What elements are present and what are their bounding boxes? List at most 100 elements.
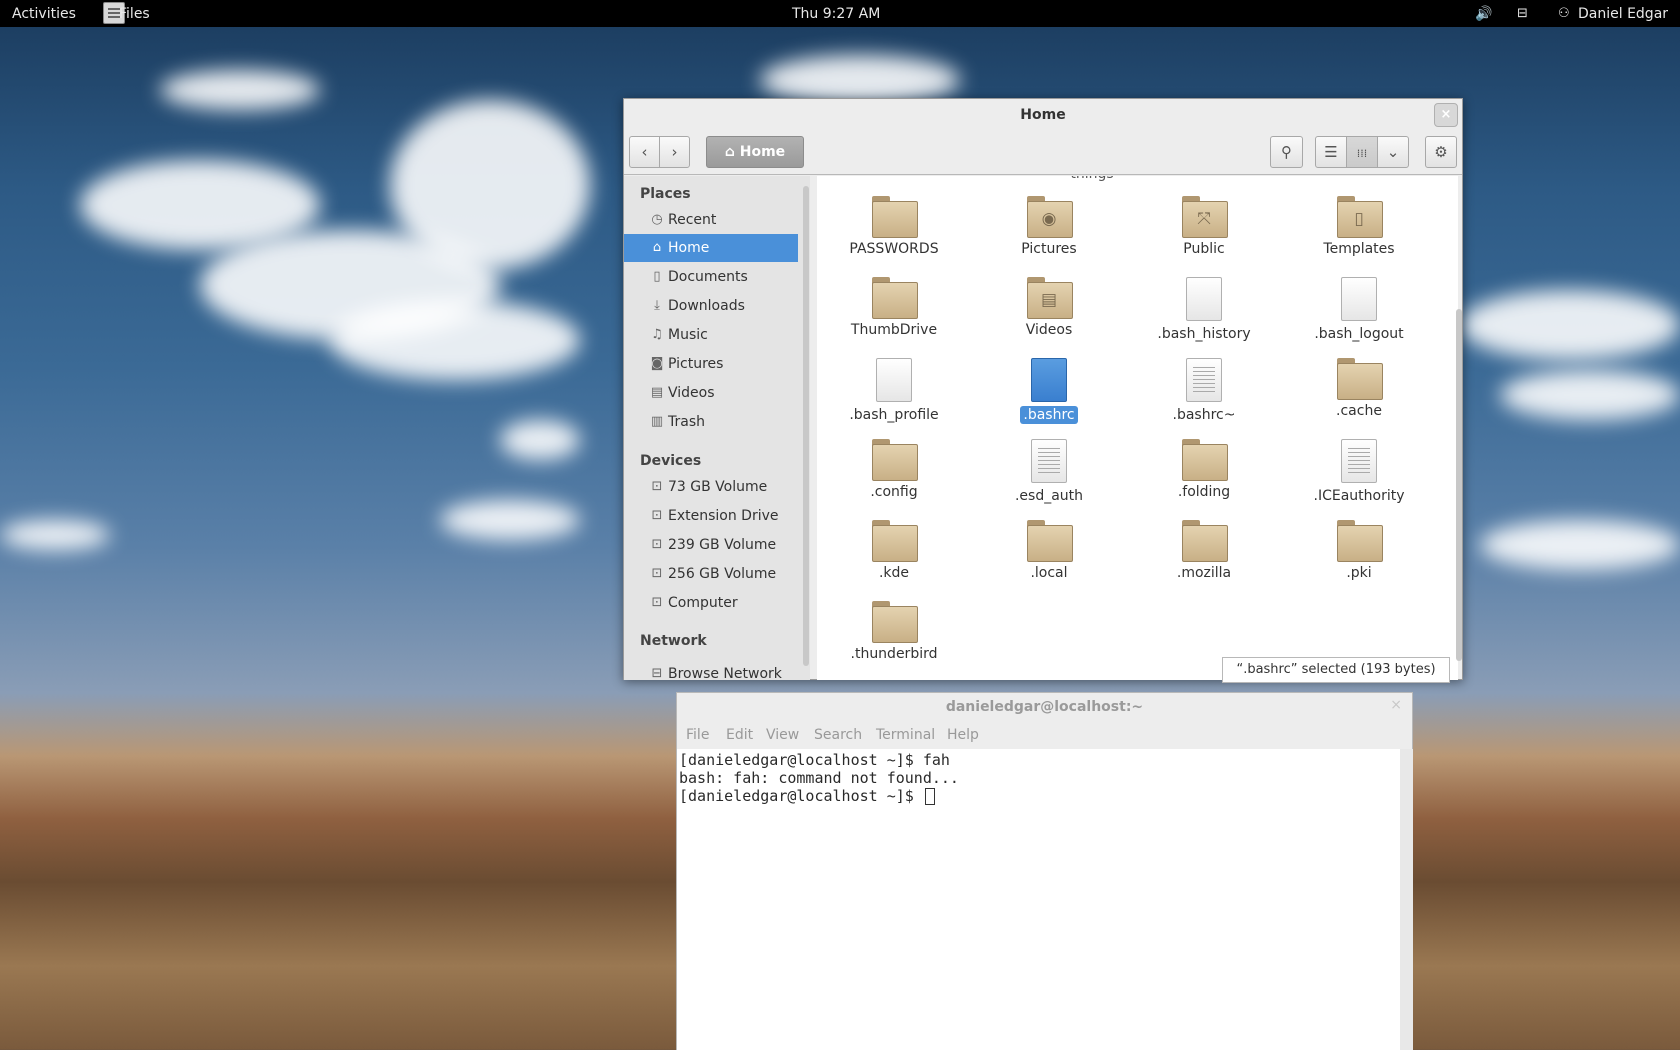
list-item[interactable]: .bashrc	[974, 358, 1124, 424]
volume-icon[interactable]: 🔊	[1475, 5, 1492, 23]
list-item[interactable]: .ICEauthority	[1284, 439, 1434, 505]
network-icon[interactable]: ⊟	[1517, 5, 1528, 23]
sidebar-item-label: Recent	[668, 212, 717, 228]
list-item[interactable]: .local	[974, 520, 1124, 582]
menu-view[interactable]: View	[766, 727, 799, 743]
list-item[interactable]: ▯ Templates	[1284, 196, 1434, 258]
sidebar-item-73gb-volume[interactable]: ⊡ 73 GB Volume	[624, 473, 798, 501]
sidebar-item-home[interactable]: ⌂ Home	[624, 234, 798, 262]
devices-heading: Devices	[640, 453, 702, 469]
files-toolbar: ‹ › ⌂ Home ⚲ ☰ ⁞⁞⁞ ⌄ ⚙	[624, 131, 1462, 175]
network-heading: Network	[640, 633, 707, 649]
location-label: Home	[739, 144, 786, 160]
sidebar-scrollbar[interactable]	[802, 176, 810, 680]
home-icon: ⌂	[652, 240, 662, 255]
list-view-icon: ☰	[1324, 143, 1338, 161]
download-icon: ⤓	[654, 298, 660, 313]
list-item[interactable]: ◉ Pictures	[974, 196, 1124, 258]
clock[interactable]: Thu 9:27 AM	[792, 5, 880, 23]
file-label: .local	[1030, 565, 1068, 581]
sidebar-item-label: 73 GB Volume	[668, 479, 768, 495]
sidebar-item-recent[interactable]: ◷ Recent	[624, 206, 798, 234]
grid-view-button[interactable]: ⁞⁞⁞	[1346, 136, 1378, 168]
file-label: ThumbDrive	[850, 322, 938, 338]
text-file-icon	[1341, 439, 1377, 483]
list-item[interactable]: .bash_history	[1129, 277, 1279, 343]
sidebar-item-videos[interactable]: ▤ Videos	[624, 379, 798, 407]
sidebar-item-239gb-volume[interactable]: ⊡ 239 GB Volume	[624, 531, 798, 559]
view-options-button[interactable]: ⌄	[1377, 136, 1409, 168]
terminal-output[interactable]: [danieledgar@localhost ~]$ fah bash: fah…	[677, 749, 1400, 1050]
sidebar-item-trash[interactable]: ▥ Trash	[624, 408, 798, 436]
sidebar-scrollbar-thumb[interactable]	[803, 186, 809, 666]
close-icon[interactable]: ×	[1434, 103, 1458, 127]
terminal-window: danieledgar@localhost:~ × File Edit View…	[676, 692, 1413, 1050]
list-item[interactable]: ThumbDrive	[819, 277, 969, 339]
sidebar-item-label: Computer	[668, 595, 738, 611]
list-item[interactable]: .config	[819, 439, 969, 501]
user-menu[interactable]: Daniel Edgar	[1578, 5, 1668, 23]
sidebar-item-256gb-volume[interactable]: ⊡ 256 GB Volume	[624, 560, 798, 588]
file-label: .bashrc~	[1172, 407, 1236, 423]
file-label: .bash_logout	[1314, 326, 1404, 342]
terminal-cursor	[924, 788, 935, 805]
list-item[interactable]: .folding	[1129, 439, 1279, 501]
text-file-icon	[1031, 439, 1067, 483]
location-home-button[interactable]: ⌂ Home	[706, 136, 804, 168]
chevron-down-icon: ⌄	[1386, 143, 1400, 161]
sidebar: Places ◷ Recent ⌂ Home ▯ Documents ⤓ Downloa…	[624, 176, 803, 680]
file-icon	[1031, 358, 1067, 402]
list-item[interactable]: .esd_auth	[974, 439, 1124, 505]
sidebar-item-documents[interactable]: ▯ Documents	[624, 263, 798, 291]
list-item[interactable]: .thunderbird	[819, 601, 969, 663]
back-button[interactable]: ‹	[629, 136, 660, 168]
status-bar: “.bashrc” selected (193 bytes)	[1222, 657, 1450, 683]
forward-button[interactable]: ›	[659, 136, 690, 168]
file-icon	[1341, 277, 1377, 321]
file-label: Templates	[1323, 241, 1395, 257]
sidebar-item-computer[interactable]: ⊡ Computer	[624, 589, 798, 617]
file-label: Videos	[1025, 322, 1073, 338]
list-item[interactable]: .pki	[1284, 520, 1434, 582]
file-label: .kde	[878, 565, 910, 581]
settings-button[interactable]: ⚙	[1425, 136, 1457, 168]
list-item[interactable]: ▤ Videos	[974, 277, 1124, 339]
close-icon[interactable]: ×	[1390, 697, 1402, 713]
list-item[interactable]: .bash_logout	[1284, 277, 1434, 343]
sidebar-item-pictures[interactable]: ◙ Pictures	[624, 350, 798, 378]
menu-edit[interactable]: Edit	[726, 727, 753, 743]
folder-icon	[1182, 439, 1228, 481]
trash-icon: ▥	[650, 414, 664, 429]
document-icon: ▯	[653, 269, 661, 284]
list-item[interactable]: .bashrc~	[1129, 358, 1279, 424]
list-item[interactable]: .mozilla	[1129, 520, 1279, 582]
file-icon	[1186, 277, 1222, 321]
app-menu[interactable]: Files	[119, 5, 150, 23]
folder-icon	[872, 277, 918, 319]
menu-help[interactable]: Help	[947, 727, 979, 743]
list-item[interactable]: .kde	[819, 520, 969, 582]
sidebar-item-downloads[interactable]: ⤓ Downloads	[624, 292, 798, 320]
folder-templates-icon: ▯	[1337, 196, 1383, 238]
sidebar-item-label: Extension Drive	[668, 508, 779, 524]
folder-icon	[1337, 358, 1383, 400]
sidebar-item-music[interactable]: ♫ Music	[624, 321, 798, 349]
list-item[interactable]: PASSWORDS	[819, 196, 969, 258]
list-item[interactable]: .bash_profile	[819, 358, 969, 424]
music-icon: ♫	[651, 327, 663, 342]
menu-file[interactable]: File	[686, 727, 709, 743]
terminal-line: bash: fah: command not found...	[679, 769, 959, 787]
activities-button[interactable]: Activities	[12, 5, 76, 23]
file-grid-scrollbar-thumb[interactable]	[1456, 309, 1462, 661]
sidebar-item-browse-network[interactable]: ⊟ Browse Network	[624, 660, 798, 680]
menu-terminal[interactable]: Terminal	[876, 727, 935, 743]
user-icon[interactable]: ⚇	[1558, 5, 1570, 23]
list-item[interactable]: .cache	[1284, 358, 1434, 420]
terminal-scrollbar[interactable]	[1400, 749, 1413, 1050]
sidebar-item-extension-drive[interactable]: ⊡ Extension Drive	[624, 502, 798, 530]
menu-search[interactable]: Search	[814, 727, 862, 743]
list-view-button[interactable]: ☰	[1315, 136, 1347, 168]
sidebar-item-label: Browse Network	[668, 666, 782, 680]
search-button[interactable]: ⚲	[1270, 136, 1303, 168]
list-item[interactable]: ⤧ Public	[1129, 196, 1279, 258]
